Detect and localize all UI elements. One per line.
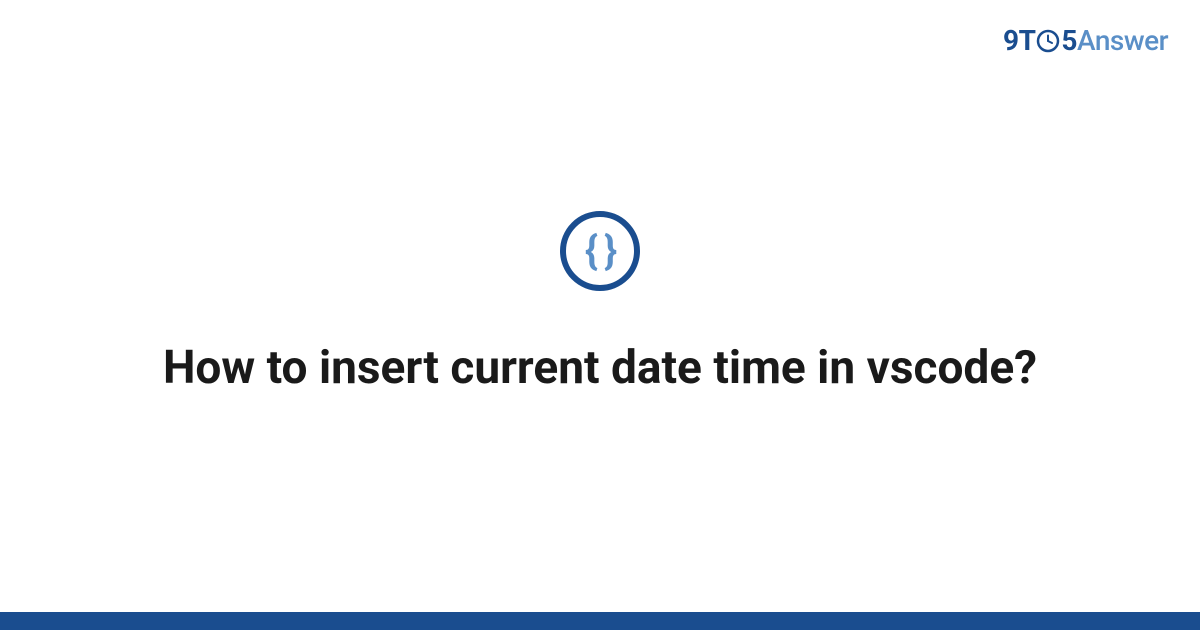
page-title: How to insert current date time in vscod…: [123, 339, 1077, 399]
bottom-accent-bar: [0, 612, 1200, 630]
code-braces-icon: { }: [585, 231, 615, 271]
category-icon: { }: [560, 211, 640, 291]
main-content: { } How to insert current date time in v…: [0, 0, 1200, 610]
